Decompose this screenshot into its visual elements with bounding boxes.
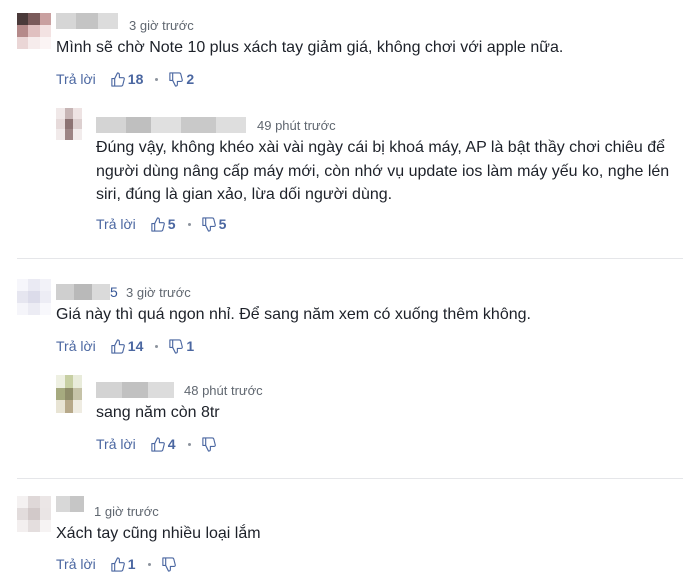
dislike-button[interactable] (161, 556, 179, 572)
reply-button[interactable]: Trả lời (56, 71, 96, 87)
like-button[interactable]: 14 (110, 338, 144, 354)
comment-text: Đúng vậy, không khéo xài vài ngày cái bị… (96, 139, 670, 203)
comment-actions: Trả lời 18 2 (56, 71, 206, 87)
comment-text: Mình sẽ chờ Note 10 plus xách tay giảm g… (56, 39, 564, 56)
like-button[interactable]: 18 (110, 71, 144, 87)
separator-dot (147, 562, 151, 566)
like-count: 5 (167, 216, 176, 232)
like-count: 4 (167, 436, 176, 452)
comment-text: sang năm còn 8tr (96, 404, 220, 421)
thumbs-down-icon (201, 216, 216, 232)
thumbs-up-icon (151, 216, 165, 232)
thumbs-down-icon (201, 436, 216, 452)
avatar[interactable] (56, 375, 82, 413)
like-button[interactable]: 5 (150, 216, 176, 232)
dislike-button[interactable]: 2 (168, 71, 194, 87)
author-name[interactable] (56, 496, 84, 512)
thumbs-down-icon (161, 556, 176, 572)
comment-time: 1 giờ trước (94, 504, 159, 519)
dislike-count: 1 (186, 338, 195, 354)
separator-dot (187, 442, 191, 446)
thumbs-up-icon (151, 436, 165, 452)
comment-actions: Trả lời 1 (56, 556, 191, 572)
separator-dot (187, 222, 191, 226)
dislike-button[interactable]: 1 (168, 338, 194, 354)
like-button[interactable]: 1 (110, 556, 136, 572)
thumbs-up-icon (111, 556, 125, 572)
reply-button[interactable]: Trả lời (56, 338, 96, 354)
dislike-count: 2 (186, 71, 195, 87)
comment-actions: Trả lời 14 1 (56, 338, 206, 354)
separator-dot (155, 344, 159, 348)
reply-button[interactable]: Trả lời (56, 556, 96, 572)
reply-button[interactable]: Trả lời (96, 436, 136, 452)
comment-time: 48 phút trước (184, 383, 263, 398)
reply-button[interactable]: Trả lời (96, 216, 136, 232)
divider (17, 478, 683, 479)
thumbs-up-icon (111, 338, 125, 354)
dislike-button[interactable]: 5 (201, 216, 227, 232)
thumbs-down-icon (169, 338, 184, 354)
like-count: 18 (127, 71, 144, 87)
comment-text: Xách tay cũng nhiều loại lắm (56, 525, 261, 542)
avatar[interactable] (56, 108, 82, 140)
avatar[interactable] (17, 496, 51, 532)
like-button[interactable]: 4 (150, 436, 176, 452)
author-name-suffix: 5 (110, 284, 118, 300)
comment-actions: Trả lời 4 (96, 436, 231, 452)
avatar[interactable] (17, 279, 51, 315)
author-name[interactable] (96, 382, 174, 398)
like-count: 1 (127, 556, 136, 572)
author-name[interactable] (56, 13, 118, 29)
thumbs-up-icon (111, 71, 125, 87)
dislike-button[interactable] (201, 436, 219, 452)
separator-dot (155, 77, 159, 81)
comment-text: Giá này thì quá ngon nhỉ. Để sang năm xe… (56, 306, 531, 323)
author-name[interactable] (96, 117, 246, 133)
divider (17, 258, 683, 259)
comment-actions: Trả lời 5 5 (96, 216, 238, 232)
dislike-count: 5 (218, 216, 227, 232)
thumbs-down-icon (169, 71, 184, 87)
like-count: 14 (127, 338, 144, 354)
avatar[interactable] (17, 13, 51, 49)
comment-time: 3 giờ trước (126, 285, 191, 300)
comment-time: 3 giờ trước (129, 18, 194, 33)
comment-time: 49 phút trước (257, 118, 336, 133)
author-name[interactable] (56, 284, 110, 300)
